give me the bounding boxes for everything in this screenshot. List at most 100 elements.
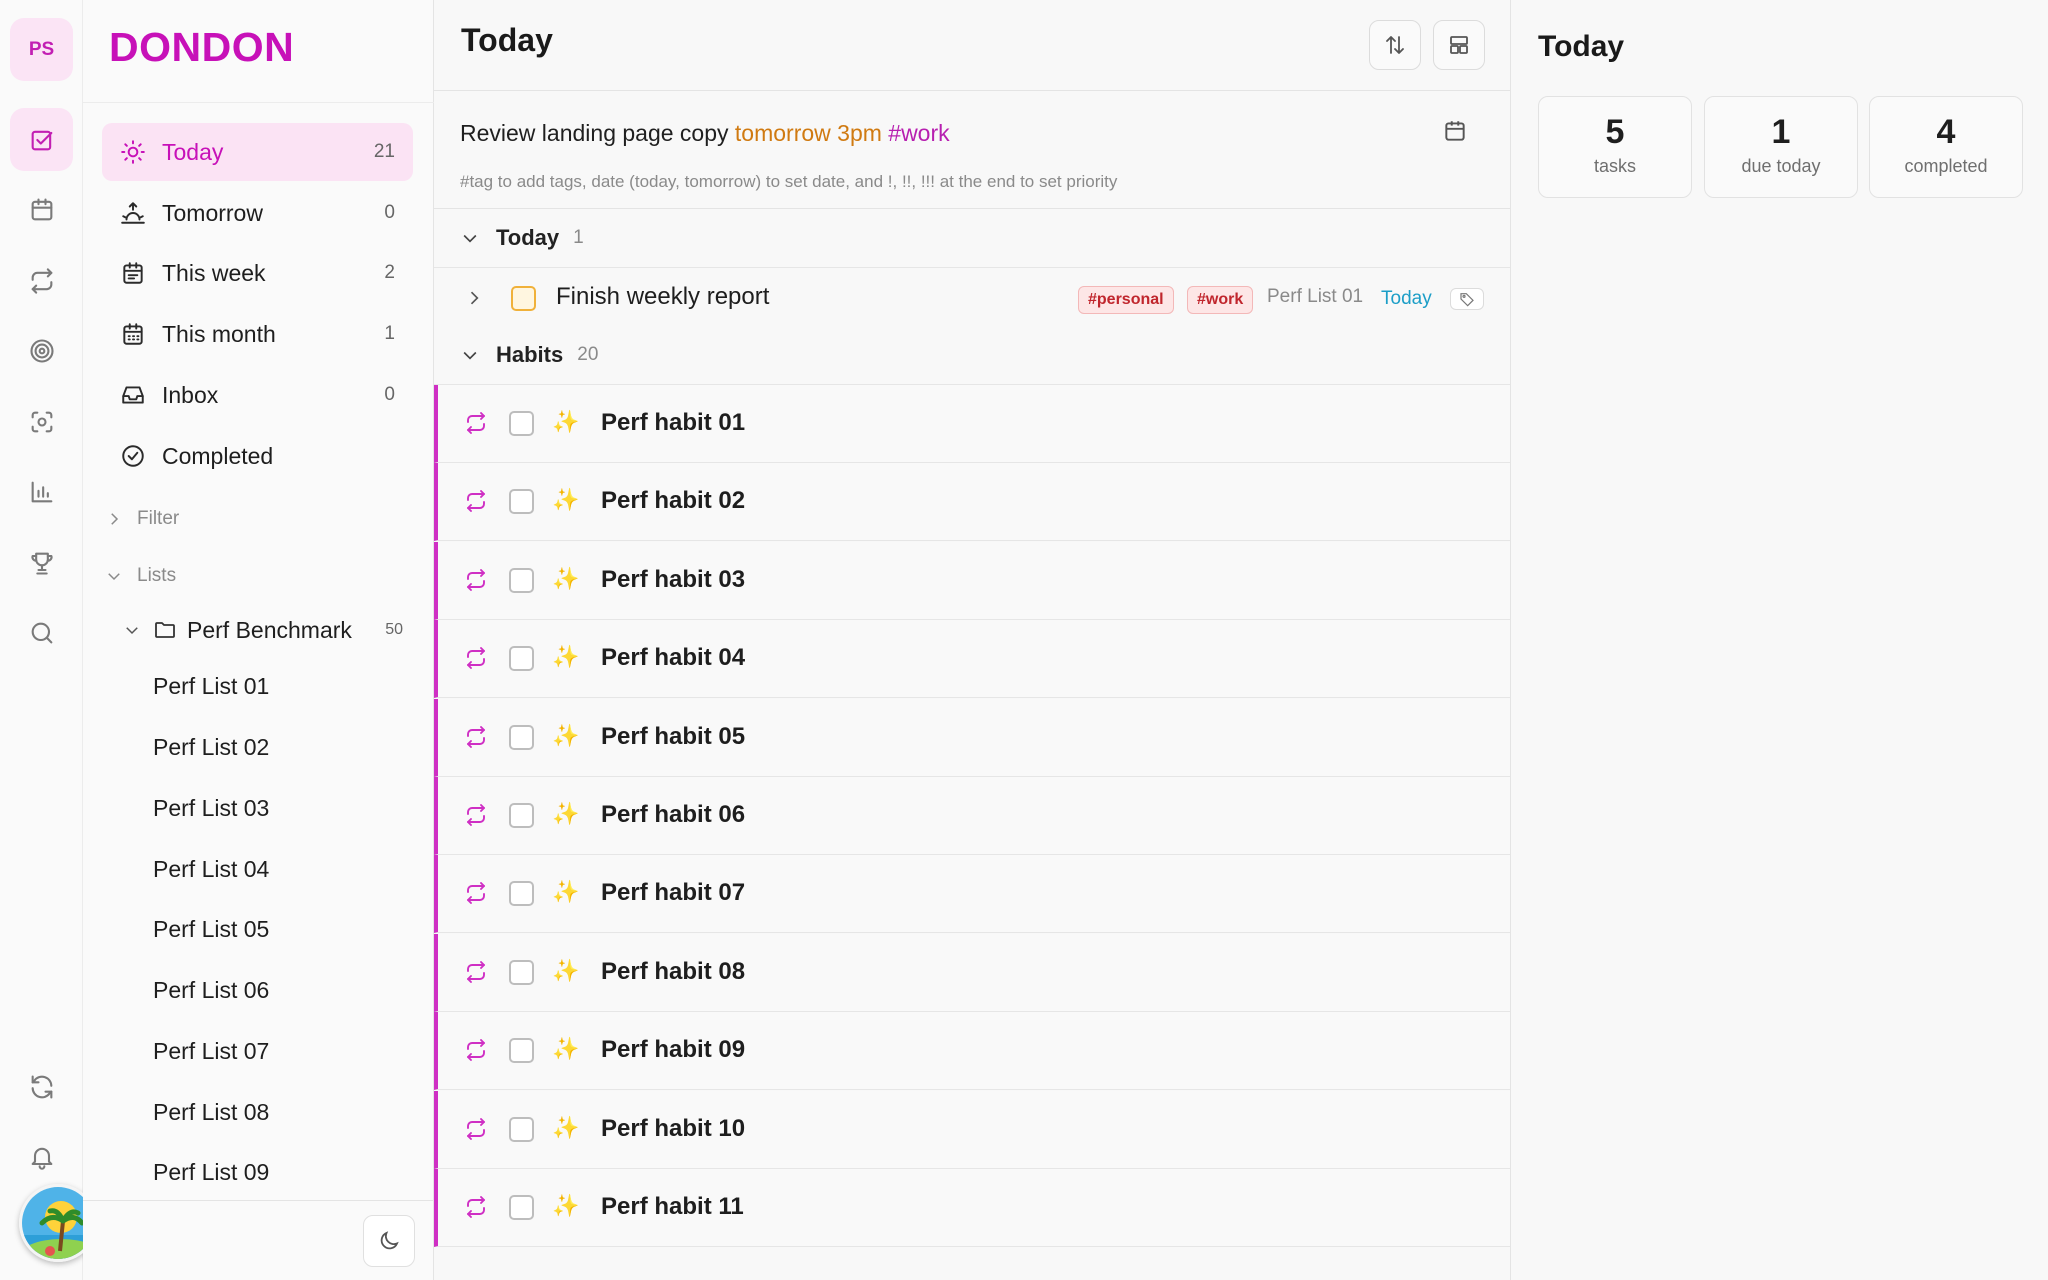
calendar-week-icon: [120, 260, 146, 286]
habit-checkbox[interactable]: [509, 489, 534, 515]
habit-checkbox[interactable]: [509, 411, 534, 436]
calendar-icon[interactable]: [10, 178, 73, 241]
habit-row[interactable]: ✨ Perf habit 04: [434, 620, 1510, 699]
habit-row[interactable]: ✨ Perf habit 02: [434, 463, 1510, 542]
habit-checkbox[interactable]: [509, 959, 534, 985]
habit-row[interactable]: ✨ Perf habit 08: [434, 933, 1510, 1012]
task-row[interactable]: Finish weekly report #personal #work Per…: [434, 270, 1510, 326]
chevron-down-icon: [463, 351, 477, 360]
quick-add-input[interactable]: Review landing page copy tomorrow 3pm #w…: [460, 110, 1480, 156]
calendar-icon[interactable]: [1442, 118, 1468, 144]
chart-icon[interactable]: [10, 460, 73, 523]
quick-add-text: Review landing page copy tomorrow 3pm #w…: [460, 119, 950, 146]
trophy-icon[interactable]: [10, 531, 73, 594]
sidebar-list-item[interactable]: Perf List 06: [153, 970, 393, 1010]
sidebar-item-count: 2: [384, 262, 395, 283]
sparkles-icon: ✨: [552, 722, 580, 748]
theme-toggle-button[interactable]: [363, 1215, 415, 1267]
stat-card-due-today: 1 due today: [1704, 96, 1858, 198]
sidebar: DONDON Today 21 Tomorrow 0 This week 2 T…: [83, 0, 434, 1280]
habit-row[interactable]: ✨ Perf habit 03: [434, 541, 1510, 620]
group-today-toggle[interactable]: Today 1: [460, 218, 584, 258]
layout-button[interactable]: [1433, 20, 1485, 70]
icon-rail: PS: [0, 0, 97, 1280]
folder-perf-benchmark[interactable]: Perf Benchmark 50: [123, 610, 413, 650]
habit-title: Perf habit 02: [601, 487, 746, 515]
habit-title: Perf habit 05: [601, 722, 746, 750]
quick-add-tag-token: #work: [888, 119, 950, 146]
folder-label: Perf Benchmark: [187, 616, 352, 643]
group-label: Today: [496, 225, 560, 250]
habit-title: Perf habit 07: [601, 879, 746, 907]
sidebar-list-item[interactable]: Perf List 04: [153, 849, 393, 889]
tag-icon[interactable]: [1450, 288, 1484, 310]
habit-row[interactable]: ✨ Perf habit 07: [434, 855, 1510, 934]
sparkles-icon: ✨: [552, 409, 580, 434]
divider: [434, 208, 1510, 209]
habit-row[interactable]: ✨ Perf habit 05: [434, 698, 1510, 777]
habit-row[interactable]: ✨ Perf habit 11: [434, 1169, 1510, 1247]
sidebar-list-item[interactable]: Perf List 03: [153, 788, 393, 828]
tasks-icon[interactable]: [10, 108, 73, 171]
bell-icon[interactable]: [10, 1125, 73, 1188]
habit-checkbox[interactable]: [509, 567, 534, 593]
habit-checkbox[interactable]: [509, 1195, 534, 1220]
sparkles-icon: ✨: [552, 1193, 580, 1218]
repeat-icon[interactable]: [10, 249, 73, 312]
sidebar-list-item[interactable]: Perf List 01: [153, 666, 393, 706]
habit-checkbox[interactable]: [509, 1038, 534, 1064]
lists-section-toggle[interactable]: Lists: [105, 565, 176, 587]
search-icon[interactable]: [10, 601, 73, 664]
habit-row[interactable]: ✨ Perf habit 01: [434, 385, 1510, 463]
chevron-down-icon: [463, 234, 477, 243]
sidebar-item-this-month[interactable]: This month 1: [102, 305, 413, 363]
sidebar-list-item[interactable]: Perf List 09: [153, 1152, 393, 1192]
sidebar-item-inbox[interactable]: Inbox 0: [102, 366, 413, 424]
task-list-name: Perf List 01: [1267, 286, 1364, 307]
chevron-right-icon[interactable]: [464, 288, 484, 308]
sidebar-item-count: 0: [384, 202, 395, 223]
sidebar-item-today[interactable]: Today 21: [102, 123, 413, 181]
sparkles-icon: ✨: [552, 957, 580, 983]
habit-row[interactable]: ✨ Perf habit 06: [434, 777, 1510, 855]
tag-badge[interactable]: #personal: [1078, 286, 1174, 314]
profile-initials-button[interactable]: PS: [10, 18, 73, 81]
habit-title: Perf habit 03: [601, 565, 746, 593]
stat-value: 1: [1771, 113, 1791, 151]
sidebar-item-completed[interactable]: Completed: [102, 427, 413, 485]
chevron-down-icon: [108, 573, 120, 581]
filter-section-toggle[interactable]: Filter: [105, 508, 179, 530]
task-checkbox[interactable]: [511, 286, 536, 311]
target-icon[interactable]: [10, 319, 73, 382]
sort-button[interactable]: [1369, 20, 1421, 70]
habit-checkbox[interactable]: [509, 1116, 534, 1142]
stat-label: tasks: [1593, 156, 1636, 176]
task-title: Finish weekly report: [556, 283, 770, 310]
sidebar-item-tomorrow[interactable]: Tomorrow 0: [102, 184, 413, 242]
folder-count: 50: [385, 621, 403, 638]
habit-title: Perf habit 10: [601, 1114, 746, 1142]
habit-row[interactable]: ✨ Perf habit 09: [434, 1012, 1510, 1091]
summary-title: Today: [1538, 30, 1625, 63]
tag-badge[interactable]: #work: [1187, 286, 1254, 314]
sparkles-icon: ✨: [552, 644, 580, 670]
habit-row[interactable]: ✨ Perf habit 10: [434, 1090, 1510, 1169]
sidebar-item-label: Today: [162, 138, 224, 165]
sidebar-list-item[interactable]: Perf List 05: [153, 909, 393, 949]
habit-checkbox[interactable]: [509, 724, 534, 750]
sidebar-list-item[interactable]: Perf List 08: [153, 1092, 393, 1132]
habit-checkbox[interactable]: [509, 881, 534, 907]
summary-panel: Today 5 tasks 1 due today 4 completed: [1511, 0, 2048, 1280]
sidebar-list-item[interactable]: Perf List 07: [153, 1031, 393, 1071]
sidebar-list-item[interactable]: Perf List 02: [153, 727, 393, 767]
sync-icon[interactable]: [10, 1055, 73, 1118]
sidebar-item-label: Completed: [162, 442, 274, 469]
habit-checkbox[interactable]: [509, 646, 534, 672]
moon-icon: [380, 1231, 399, 1250]
brand-logo: DONDON: [109, 24, 295, 70]
focus-icon[interactable]: [10, 390, 73, 453]
sidebar-item-this-week[interactable]: This week 2: [102, 244, 413, 302]
habit-checkbox[interactable]: [509, 803, 534, 828]
habit-title: Perf habit 01: [601, 409, 746, 436]
group-habits-toggle[interactable]: Habits 20: [460, 335, 598, 375]
